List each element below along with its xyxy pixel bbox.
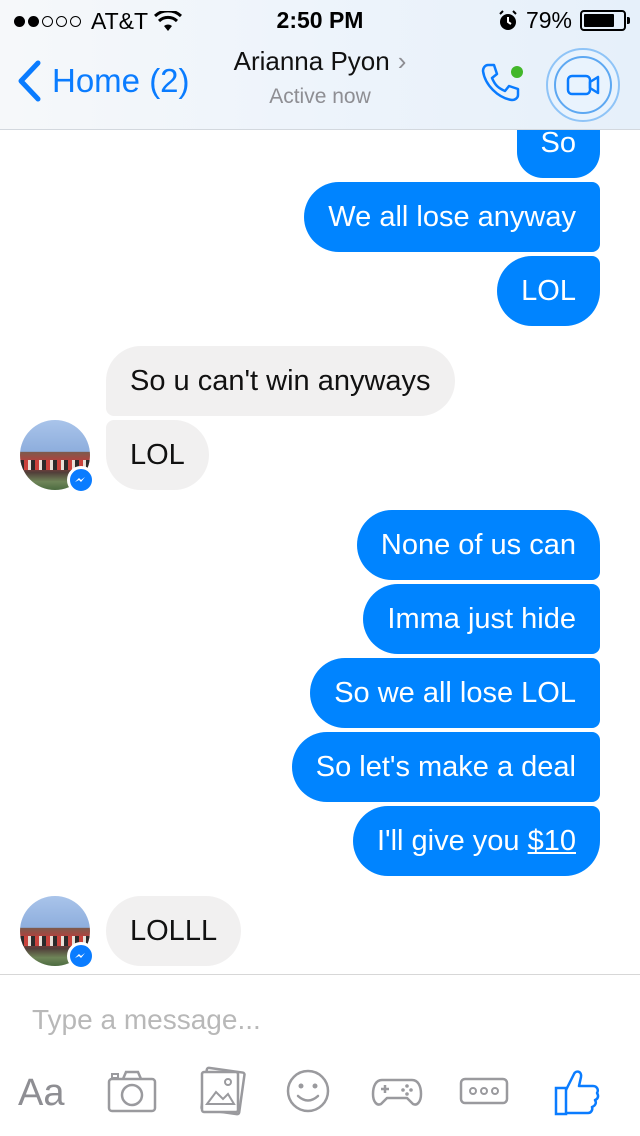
game-controller-icon xyxy=(371,1078,423,1106)
text-button[interactable]: Aa xyxy=(18,1066,64,1120)
message-bubble-outgoing[interactable]: So let's make a deal xyxy=(291,732,600,802)
battery-icon xyxy=(580,10,630,31)
message-input[interactable] xyxy=(32,998,612,1042)
photo-gallery-icon xyxy=(200,1066,246,1116)
message-bubble-outgoing[interactable]: So xyxy=(516,130,600,178)
camera-icon xyxy=(107,1070,157,1113)
status-bar: AT&T 2:50 PM 79% xyxy=(0,0,640,40)
emoji-button[interactable] xyxy=(284,1066,332,1120)
conversation-header: AT&T 2:50 PM 79% Home (2) Arianna Pyon› xyxy=(0,0,640,130)
message-bubble-outgoing[interactable]: So we all lose LOL xyxy=(310,658,600,728)
message-bubble-outgoing[interactable]: LOL xyxy=(497,256,600,326)
voice-call-button[interactable] xyxy=(478,60,526,108)
money-link[interactable]: $10 xyxy=(528,825,576,857)
message-bubble-outgoing[interactable]: None of us can xyxy=(356,510,600,580)
message-bubble-incoming[interactable]: So u can't win anyways xyxy=(106,346,455,416)
emoji-icon xyxy=(286,1069,330,1113)
camera-button[interactable] xyxy=(106,1066,158,1120)
battery-status: 79% xyxy=(498,7,630,34)
video-button-ring xyxy=(554,56,612,114)
online-indicator xyxy=(511,66,523,78)
messenger-badge-icon xyxy=(67,466,95,494)
message-bubble-outgoing[interactable]: I'll give you $10 xyxy=(353,806,600,876)
message-bubble-outgoing[interactable]: Imma just hide xyxy=(363,584,600,654)
active-status: Active now xyxy=(269,85,371,108)
message-text: I'll give you xyxy=(377,825,528,857)
contact-title[interactable]: Arianna Pyon › Active now xyxy=(200,46,440,109)
battery-percent: 79% xyxy=(525,7,572,33)
back-label: Home (2) xyxy=(52,62,190,99)
more-icon xyxy=(459,1077,509,1105)
like-thumbs-up-icon xyxy=(554,1070,600,1116)
chevron-left-icon xyxy=(18,60,41,102)
like-button[interactable] xyxy=(552,1066,602,1120)
more-button[interactable] xyxy=(458,1066,510,1120)
message-bubble-incoming[interactable]: LOLLL xyxy=(106,896,242,966)
contact-name: Arianna Pyon xyxy=(233,46,390,76)
messenger-badge-icon xyxy=(67,942,95,970)
message-thread[interactable]: So We all lose anyway LOL So u can't win… xyxy=(0,130,640,974)
back-button[interactable]: Home (2) xyxy=(16,60,190,102)
chevron-right-icon: › xyxy=(397,46,407,76)
message-bubble-incoming[interactable]: LOL xyxy=(106,420,209,490)
composer-divider xyxy=(0,974,640,975)
composer-toolbar: Aa xyxy=(0,1060,640,1124)
photo-gallery-button[interactable] xyxy=(198,1066,246,1120)
video-call-button[interactable] xyxy=(546,48,620,122)
alarm-icon xyxy=(499,9,517,30)
message-bubble-outgoing[interactable]: We all lose anyway xyxy=(304,182,600,252)
video-camera-icon xyxy=(566,74,600,96)
games-button[interactable] xyxy=(370,1066,424,1120)
